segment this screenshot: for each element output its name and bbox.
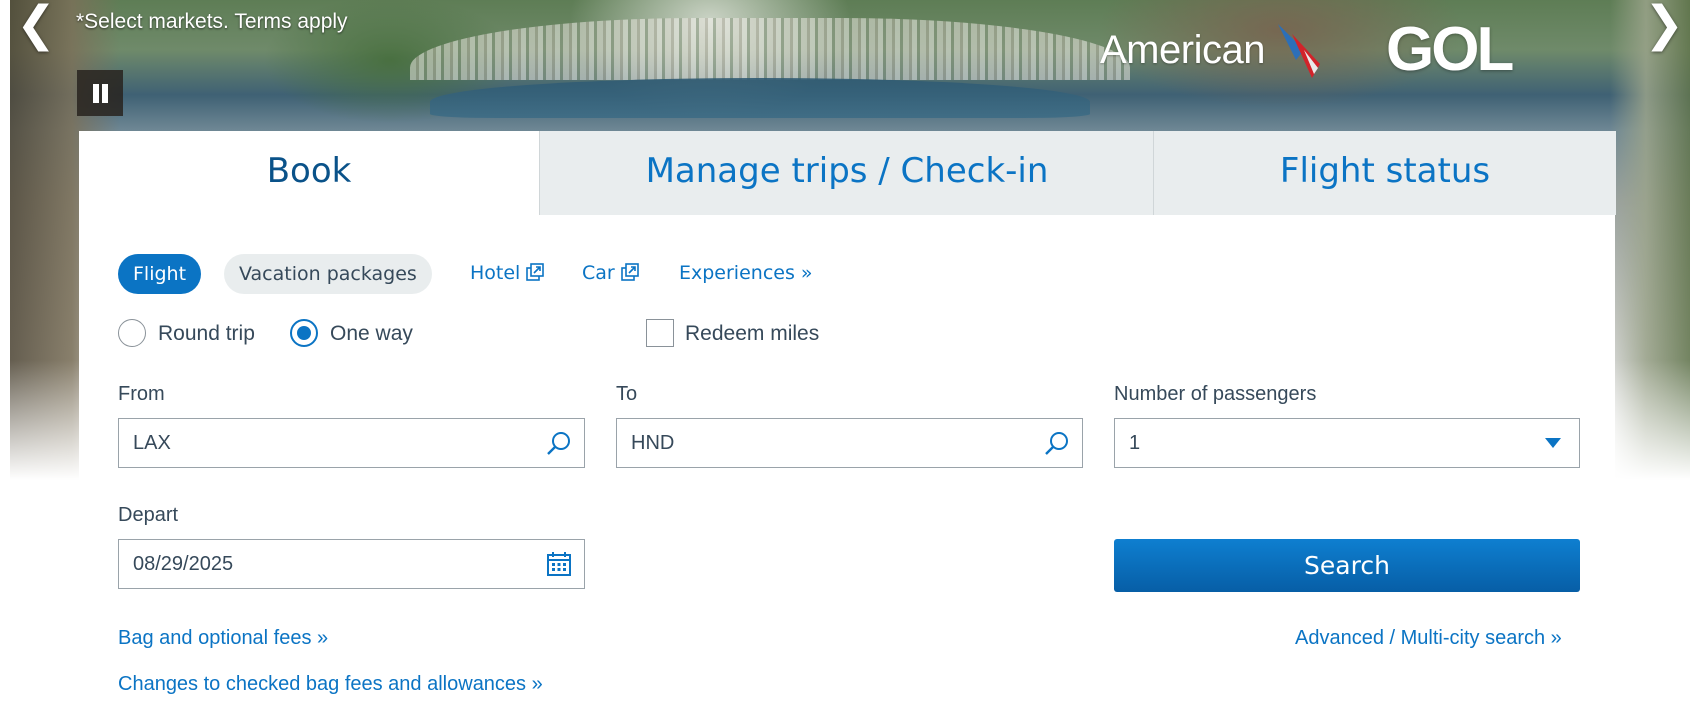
carousel-prev-icon[interactable]: ❮	[16, 0, 56, 50]
product-vacation-button[interactable]: Vacation packages	[224, 254, 432, 294]
external-link-icon	[620, 263, 639, 281]
to-field[interactable]: HND	[616, 418, 1083, 468]
depart-value: 08/29/2025	[133, 553, 234, 575]
booking-tabs: Book Manage trips / Check-in Flight stat…	[79, 131, 1616, 215]
external-link-icon	[526, 263, 545, 281]
tab-manage-trips[interactable]: Manage trips / Check-in	[539, 131, 1154, 215]
hotel-link[interactable]: Hotel	[470, 262, 545, 284]
from-field[interactable]: LAX	[118, 418, 585, 468]
american-flight-symbol-icon	[1278, 24, 1320, 78]
hero-city-image	[410, 18, 1130, 80]
chevron-down-icon	[1545, 438, 1561, 448]
product-flight-button[interactable]: Flight	[118, 254, 202, 294]
one-way-label[interactable]: One way	[330, 322, 413, 346]
round-trip-label[interactable]: Round trip	[158, 322, 255, 346]
car-link[interactable]: Car	[582, 262, 639, 284]
passengers-label: Number of passengers	[1114, 383, 1317, 405]
from-label: From	[118, 383, 165, 405]
passengers-value: 1	[1129, 432, 1141, 454]
search-button[interactable]: Search	[1114, 539, 1580, 592]
car-link-label: Car	[582, 262, 615, 284]
bag-fees-link[interactable]: Bag and optional fees »	[118, 627, 328, 650]
passengers-select[interactable]: 1	[1114, 418, 1580, 468]
experiences-link[interactable]: Experiences »	[679, 262, 813, 284]
hero-bay-image	[430, 78, 1090, 118]
redeem-miles-checkbox[interactable]	[646, 319, 674, 347]
calendar-icon[interactable]	[546, 551, 572, 577]
search-icon[interactable]	[1044, 430, 1070, 456]
redeem-miles-label[interactable]: Redeem miles	[685, 322, 819, 346]
gol-logo-text: GOL	[1386, 15, 1514, 84]
depart-date-field[interactable]: 08/29/2025	[118, 539, 585, 589]
tab-flight-status[interactable]: Flight status	[1153, 131, 1616, 215]
to-label: To	[616, 383, 638, 405]
round-trip-radio[interactable]	[118, 319, 146, 347]
bag-changes-link[interactable]: Changes to checked bag fees and allowanc…	[118, 673, 543, 696]
from-value: LAX	[133, 432, 171, 454]
advanced-search-link[interactable]: Advanced / Multi-city search »	[1295, 627, 1562, 650]
search-icon[interactable]	[546, 430, 572, 456]
one-way-radio[interactable]	[290, 319, 318, 347]
depart-label: Depart	[118, 504, 179, 526]
booking-card: Book Manage trips / Check-in Flight stat…	[79, 131, 1616, 701]
hero-caption: *Select markets. Terms apply	[76, 10, 348, 33]
to-value: HND	[631, 432, 675, 454]
tab-book[interactable]: Book	[79, 131, 539, 215]
american-logo-text: American	[1100, 28, 1265, 72]
hotel-link-label: Hotel	[470, 262, 521, 284]
pause-icon[interactable]	[77, 70, 123, 116]
carousel-next-icon[interactable]: ❯	[1644, 0, 1684, 50]
